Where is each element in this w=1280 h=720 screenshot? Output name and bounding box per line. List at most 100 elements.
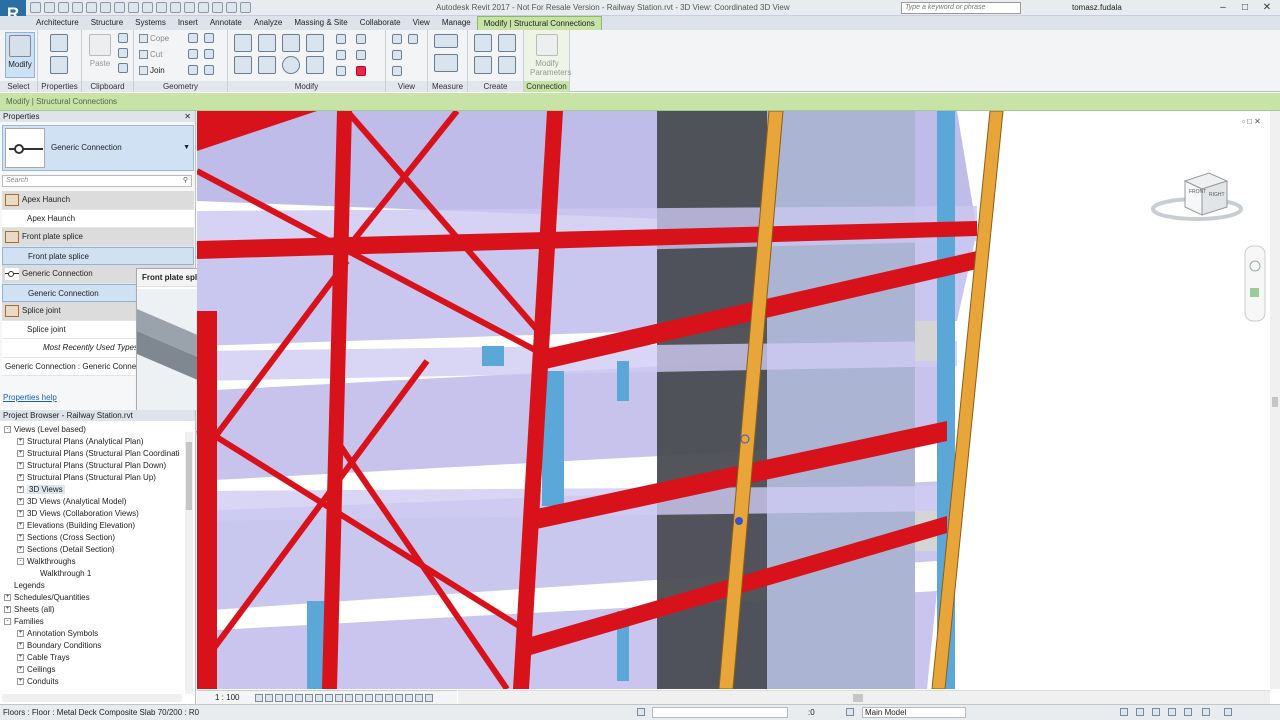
tag-icon[interactable]: [142, 2, 153, 13]
close-icon[interactable]: ✕: [184, 111, 191, 122]
reveal-hidden-icon[interactable]: [345, 694, 353, 702]
save-icon[interactable]: [44, 2, 55, 13]
collapse-icon[interactable]: -: [4, 426, 11, 434]
match-properties-icon[interactable]: [118, 63, 128, 73]
view-cube-right-label[interactable]: RIGHT: [1209, 192, 1225, 198]
trim-extend-icon[interactable]: [306, 56, 324, 74]
section-icon[interactable]: [184, 2, 195, 13]
browser-tree-node[interactable]: + Sections (Detail Section): [0, 544, 185, 556]
array-icon[interactable]: [336, 50, 346, 60]
browser-tree-node[interactable]: +3D Views (Collaboration Views): [0, 508, 185, 520]
paint-icon[interactable]: [204, 49, 214, 59]
tab-systems[interactable]: Systems: [129, 16, 172, 30]
selection-count-icon[interactable]: [1224, 708, 1232, 716]
close-icon[interactable]: ✕: [1256, 0, 1278, 16]
type-selector[interactable]: Generic Connection ▼: [2, 125, 194, 171]
expand-icon[interactable]: +: [17, 474, 24, 482]
browser-tree-node[interactable]: + Structural Plans (Analytical Plan): [0, 436, 185, 448]
wall-joins-icon[interactable]: [188, 49, 198, 59]
type-apex-haunch[interactable]: Apex Haunch: [2, 209, 194, 228]
create-parts-icon[interactable]: [498, 34, 516, 52]
close-hidden-icon[interactable]: [212, 2, 223, 13]
browser-tree-node[interactable]: - Views (Level based): [0, 424, 185, 436]
path-icon[interactable]: [425, 694, 433, 702]
tab-collaborate[interactable]: Collaborate: [354, 16, 407, 30]
select-underlay-icon[interactable]: [1136, 708, 1144, 716]
expand-icon[interactable]: +: [17, 642, 24, 650]
cope-button[interactable]: Cope: [139, 34, 169, 44]
cut-icon[interactable]: [118, 33, 128, 43]
3d-view-icon[interactable]: [170, 2, 181, 13]
expand-icon[interactable]: +: [17, 462, 24, 470]
expand-icon[interactable]: +: [17, 534, 24, 542]
crop-view-icon[interactable]: [305, 694, 313, 702]
mirror-draw-axis-icon[interactable]: [306, 34, 324, 52]
dimension-icon[interactable]: [128, 2, 139, 13]
browser-tree-node[interactable]: +3D Views (Analytical Model): [0, 496, 185, 508]
temporary-view-icon[interactable]: [395, 694, 403, 702]
thin-lines-icon[interactable]: [198, 2, 209, 13]
detail-level-icon[interactable]: [255, 694, 263, 702]
expand-icon[interactable]: +: [17, 498, 24, 506]
rotate-icon[interactable]: [282, 56, 300, 74]
measure-icon[interactable]: [114, 2, 125, 13]
browser-tree-node[interactable]: + Annotation Symbols: [0, 628, 185, 640]
browser-tree-node[interactable]: +3D Views: [0, 484, 185, 496]
analysis-icon[interactable]: [415, 694, 423, 702]
3d-view-canvas[interactable]: FRONT RIGHT ▫ □ ✕: [197, 111, 1270, 689]
expand-icon[interactable]: +: [4, 594, 11, 602]
expand-icon[interactable]: +: [17, 486, 24, 494]
view-scale[interactable]: 1 : 100: [215, 693, 239, 702]
worksets-icon[interactable]: [637, 708, 645, 716]
browser-tree-node[interactable]: + Ceilings: [0, 664, 185, 676]
split-element-icon[interactable]: [336, 34, 346, 44]
visual-style-icon[interactable]: [265, 694, 273, 702]
split-with-gap-icon[interactable]: [356, 34, 366, 44]
properties-icon[interactable]: [50, 56, 68, 74]
minimize-icon[interactable]: –: [1212, 0, 1234, 16]
restore-icon[interactable]: □: [1234, 0, 1256, 16]
select-pinned-icon[interactable]: [1152, 708, 1160, 716]
hide-icon[interactable]: [392, 34, 402, 44]
lock-view-icon[interactable]: [325, 694, 333, 702]
browser-tree-node[interactable]: + Structural Plans (Structural Plan Up): [0, 472, 185, 484]
demolish-icon[interactable]: [188, 65, 198, 75]
tab-structure[interactable]: Structure: [85, 16, 129, 30]
type-front-plate-splice[interactable]: Front plate splice: [2, 246, 194, 265]
expand-icon[interactable]: +: [4, 606, 11, 614]
join-button[interactable]: Join: [139, 66, 165, 76]
offset-icon[interactable]: [258, 34, 276, 52]
sync-icon[interactable]: [58, 2, 69, 13]
copy-element-icon[interactable]: [258, 56, 276, 74]
create-assembly-icon[interactable]: [474, 34, 492, 52]
shadows-icon[interactable]: [285, 694, 293, 702]
view-horizontal-scrollbar[interactable]: [458, 690, 1270, 704]
view-vertical-scrollbar[interactable]: [1270, 111, 1280, 689]
dimension-tool-icon[interactable]: [434, 54, 458, 72]
expand-icon[interactable]: +: [17, 678, 24, 686]
create-group-icon[interactable]: [474, 56, 492, 74]
tab-insert[interactable]: Insert: [172, 16, 204, 30]
align-icon[interactable]: [234, 34, 252, 52]
select-by-face-icon[interactable]: [1168, 708, 1176, 716]
browser-tree-node[interactable]: - Families: [0, 616, 185, 628]
modify-button[interactable]: Modify: [5, 32, 35, 78]
help-search-input[interactable]: Type a keyword or phrase: [901, 2, 1021, 14]
split-face-icon[interactable]: [188, 33, 198, 43]
measure-between-icon[interactable]: [434, 34, 458, 48]
browser-tree-node[interactable]: + Cable Trays: [0, 652, 185, 664]
tab-annotate[interactable]: Annotate: [204, 16, 248, 30]
select-links-icon[interactable]: [1120, 708, 1128, 716]
properties-help-link[interactable]: Properties help: [3, 393, 57, 402]
selection-box-icon[interactable]: [392, 66, 402, 76]
design-options-icon[interactable]: [846, 708, 854, 716]
linework-icon[interactable]: [392, 50, 402, 60]
filter-icon[interactable]: [1202, 708, 1210, 716]
view-cube-front-label[interactable]: FRONT: [1189, 189, 1206, 195]
expand-icon[interactable]: +: [17, 510, 24, 518]
paste-button[interactable]: Paste: [86, 32, 114, 78]
browser-tree-node[interactable]: + Structural Plans (Structural Plan Coord…: [0, 448, 185, 460]
browser-tree-node[interactable]: Legends: [0, 580, 185, 592]
scrollbar-thumb[interactable]: [853, 694, 863, 702]
move-icon[interactable]: [234, 56, 252, 74]
